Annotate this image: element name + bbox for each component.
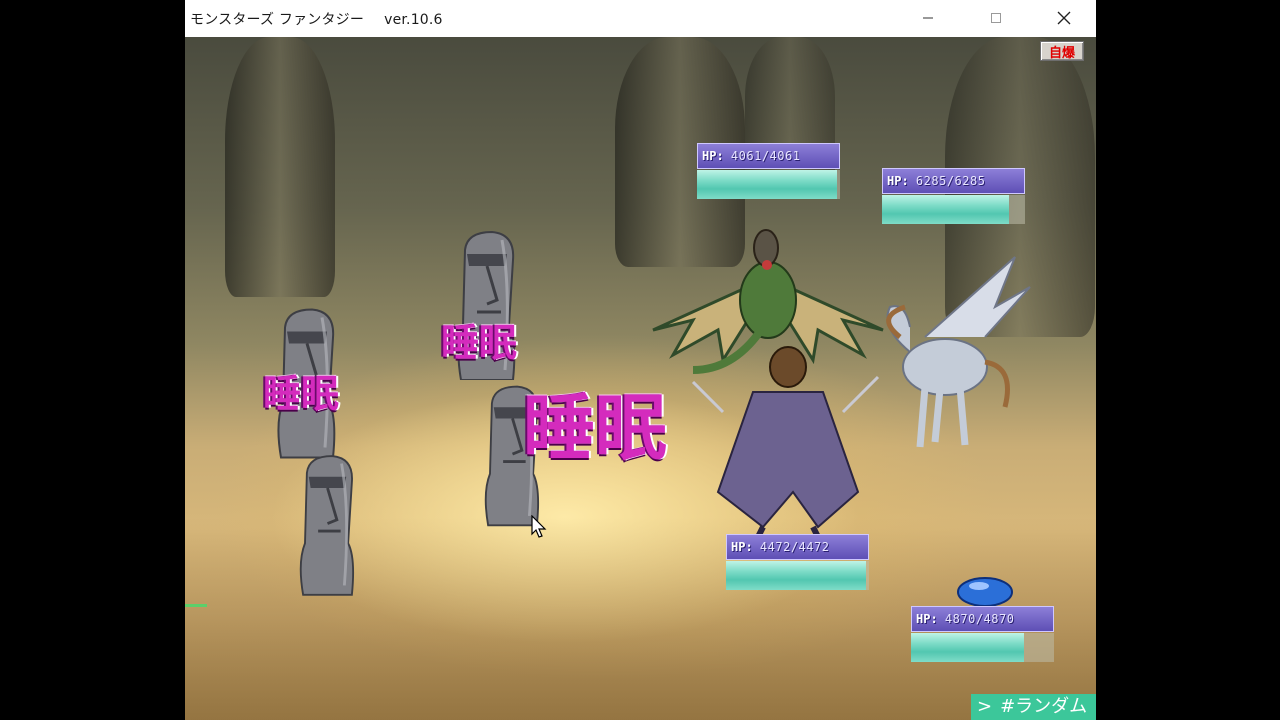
hp-bar-fill [911,633,1024,662]
ally-slime[interactable] [955,572,1015,608]
window-title: モンスターズ ファンタジー ver.10.6 [190,9,443,29]
hp-bar [882,195,1025,224]
mouse-cursor-icon [531,515,547,538]
hp-bar [911,633,1054,662]
hp-label: HP: 4061/4061 [697,143,840,169]
enemy-status-sleep: 睡眠 [263,371,340,416]
hp-key: HP: [702,149,724,163]
hp-key: HP: [731,540,753,554]
hp-value: 6285/6285 [915,174,986,188]
hp-indicator-stub [185,604,207,607]
hp-panel-dragon: HP: 4061/4061 [697,143,840,199]
ally-samurai[interactable] [683,342,883,537]
enemy-status-sleep: 睡眠 [441,320,518,365]
hp-value: 4061/4061 [730,149,801,163]
enemy-moai-3[interactable] [290,442,365,607]
close-button[interactable] [1041,0,1087,36]
hp-bar-fill [697,170,838,199]
random-target-tag[interactable]: > #ランダム [971,694,1096,720]
hp-panel-pegasus: HP: 6285/6285 [882,168,1025,224]
hp-panel-slime: HP: 4870/4870 [911,606,1054,662]
hp-key: HP: [887,174,909,188]
maximize-button[interactable] [973,0,1019,36]
hp-panel-samurai: HP: 4472/4472 [726,534,869,590]
game-window: モンスターズ ファンタジー ver.10.6 自爆 睡眠 睡眠 睡眠 HP: 4… [185,0,1096,720]
arrow-right-icon: > [977,696,993,717]
app-title: モンスターズ ファンタジー [190,12,365,28]
close-icon [1057,11,1071,25]
minimize-icon [923,17,933,19]
hp-bar [726,561,869,590]
hp-key: HP: [916,612,938,626]
hp-bar-fill [726,561,867,590]
maximize-icon [991,13,1001,23]
hp-bar [697,170,840,199]
title-bar[interactable]: モンスターズ ファンタジー ver.10.6 [185,0,1096,38]
hp-label: HP: 4472/4472 [726,534,869,560]
app-version: ver.10.6 [384,12,443,28]
battle-scene[interactable]: 自爆 睡眠 睡眠 睡眠 HP: 4061/4061 HP: 6285/6285 … [185,37,1096,720]
hp-bar-fill [882,195,1010,224]
random-target-label: #ランダム [1000,696,1088,717]
cave-pillar [225,37,335,297]
hp-value: 4870/4870 [944,612,1015,626]
hp-label: HP: 4870/4870 [911,606,1054,632]
minimize-button[interactable] [905,0,951,36]
hp-label: HP: 6285/6285 [882,168,1025,194]
hp-value: 4472/4472 [759,540,830,554]
ally-pegasus[interactable] [865,247,1035,457]
self-destruct-button[interactable]: 自爆 [1040,41,1084,61]
